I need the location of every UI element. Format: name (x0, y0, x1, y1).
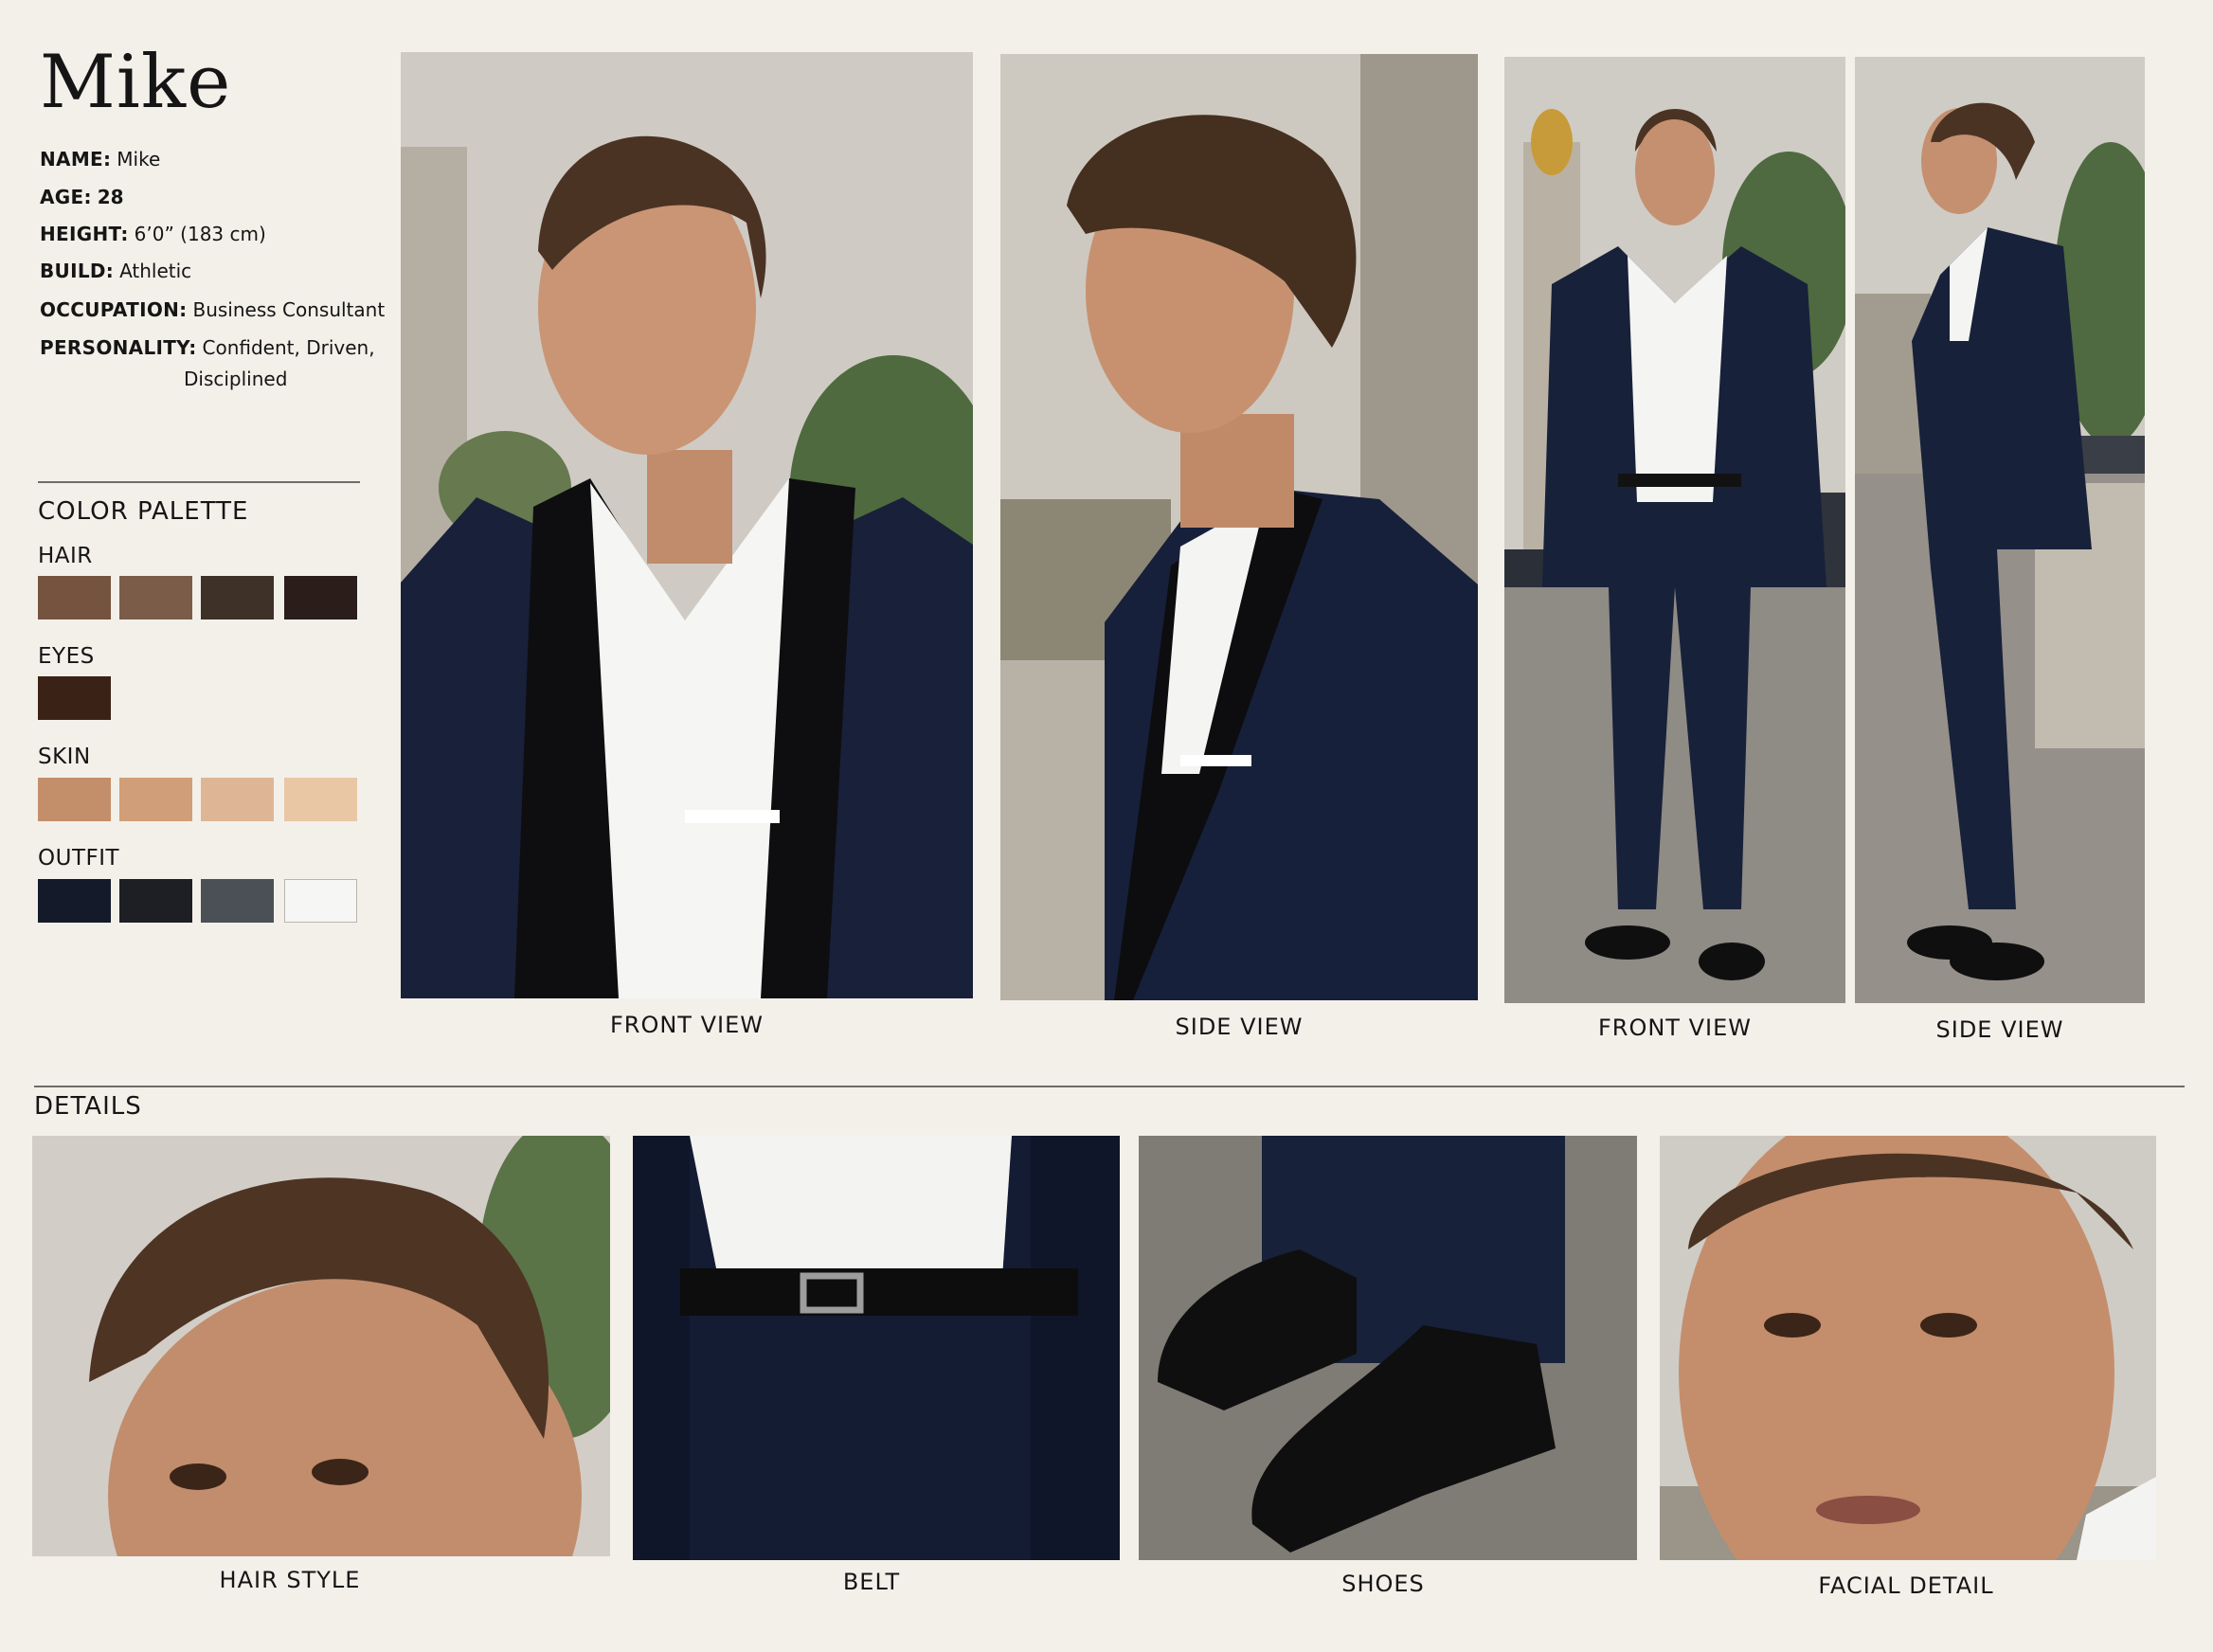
palette-label-outfit: OUTFIT (38, 846, 120, 871)
info-value: Athletic (119, 260, 192, 282)
hair-swatch (284, 576, 357, 620)
info-value: Mike (117, 148, 161, 171)
outfit-swatch (119, 879, 192, 923)
skin-swatch (119, 778, 192, 821)
info-build-row: BUILD: Athletic (40, 260, 191, 282)
caption-hair-style: HAIR STYLE (219, 1567, 361, 1593)
hair-detail-photo (32, 1136, 610, 1556)
face-detail-photo (1660, 1136, 2156, 1560)
hair-swatch (201, 576, 274, 620)
eyes-swatch (38, 676, 111, 720)
hair-swatch (119, 576, 192, 620)
info-occupation-row: OCCUPATION: Business Consultant (40, 298, 385, 321)
info-personality-row: PERSONALITY: Confident, Driven, (40, 336, 375, 359)
info-name-row: NAME: Mike (40, 148, 160, 171)
info-label: HEIGHT: (40, 223, 129, 245)
outfit-swatch (38, 879, 111, 923)
caption-belt: BELT (842, 1569, 901, 1595)
info-value: Confident, Driven, (202, 336, 375, 359)
portrait-side-photo (1000, 54, 1478, 1000)
info-height-row: HEIGHT: 6’0” (183 cm) (40, 223, 266, 245)
info-label: NAME: (40, 148, 112, 171)
info-personality-continued: Disciplined (184, 368, 288, 390)
fullbody-side-photo (1855, 57, 2145, 1003)
hair-swatch (38, 576, 111, 620)
skin-swatch (284, 778, 357, 821)
outfit-swatch (201, 879, 274, 923)
palette-divider (38, 481, 360, 483)
info-age-row: AGE: 28 (40, 186, 124, 208)
caption-front-view: FRONT VIEW (609, 1012, 764, 1038)
caption-facial-detail: FACIAL DETAIL (1818, 1572, 1994, 1599)
info-value: 6’0” (183 cm) (134, 223, 266, 245)
belt-detail-photo (633, 1136, 1120, 1560)
skin-swatch (38, 778, 111, 821)
palette-label-hair: HAIR (38, 544, 93, 568)
info-label: AGE: (40, 186, 92, 208)
details-divider (34, 1086, 2185, 1087)
shoes-detail-photo (1139, 1136, 1637, 1560)
outfit-swatch (284, 879, 357, 923)
character-name-title: Mike (40, 40, 232, 125)
info-label: BUILD: (40, 260, 115, 282)
info-label: PERSONALITY: (40, 336, 197, 359)
details-title: DETAILS (34, 1092, 142, 1121)
caption-shoes: SHOES (1341, 1571, 1425, 1597)
palette-label-skin: SKIN (38, 745, 91, 769)
info-label: OCCUPATION: (40, 298, 188, 321)
caption-side-view: SIDE VIEW (1935, 1016, 2064, 1043)
palette-title: COLOR PALETTE (38, 497, 249, 526)
info-value: 28 (97, 186, 124, 208)
info-value: Business Consultant (192, 298, 386, 321)
caption-front-view: FRONT VIEW (1597, 1015, 1752, 1041)
fullbody-front-photo (1504, 57, 1845, 1003)
caption-side-view: SIDE VIEW (1175, 1014, 1304, 1040)
palette-label-eyes: EYES (38, 644, 95, 669)
portrait-front-photo (401, 52, 973, 998)
skin-swatch (201, 778, 274, 821)
